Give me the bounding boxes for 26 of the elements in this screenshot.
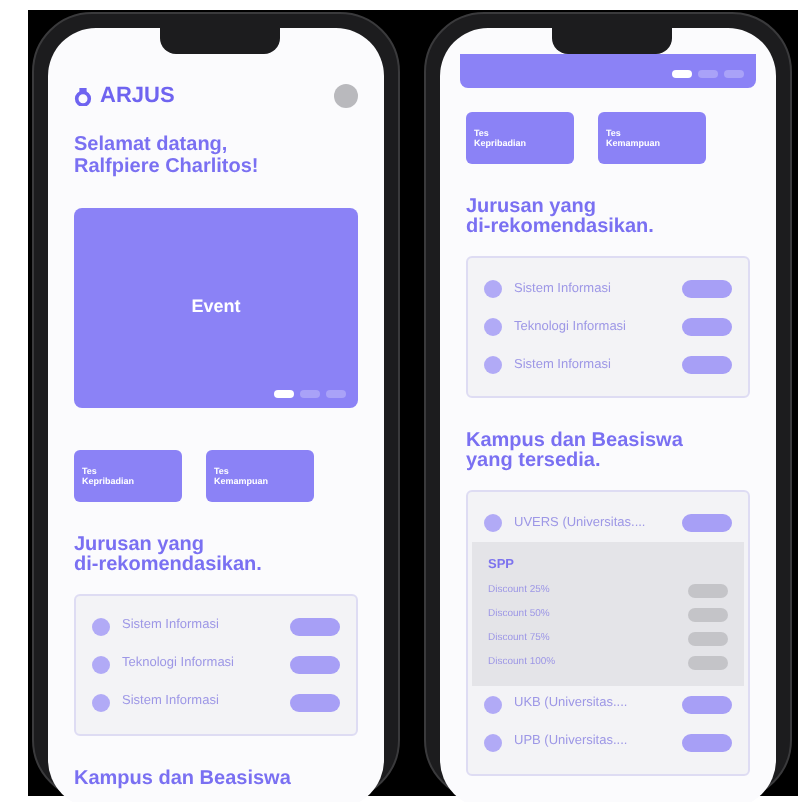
pill-button[interactable]: [682, 695, 732, 714]
toggle-pill[interactable]: [688, 607, 728, 622]
section-heading: Kampus dan Beasiswa yang tersedia.: [466, 432, 685, 472]
section-heading: Kampus dan Beasiswa: [74, 769, 293, 789]
event-banner[interactable]: [460, 54, 756, 88]
avatar-icon[interactable]: [334, 84, 358, 109]
logo-icon: [74, 87, 92, 106]
toggle-pill[interactable]: [688, 583, 728, 598]
banner-label: Event: [191, 293, 241, 320]
event-banner[interactable]: Event: [74, 207, 358, 407]
toggle-pill[interactable]: [688, 655, 728, 670]
section-heading: Jurusan yang di-rekomendasikan.: [74, 535, 264, 575]
pill-button[interactable]: [682, 733, 732, 752]
pill-button[interactable]: [682, 514, 732, 532]
pill-button[interactable]: [682, 280, 732, 298]
notch: [552, 28, 672, 54]
pill-button[interactable]: [682, 318, 732, 336]
app-logo: ARJUS: [100, 82, 175, 112]
pill-button[interactable]: [290, 617, 340, 635]
notch: [160, 28, 280, 54]
pill-button[interactable]: [290, 655, 340, 673]
greeting-text: Selamat datang, Ralfpiere Charlitos!: [74, 133, 261, 177]
section-heading: Jurusan yang di-rekomendasikan.: [466, 198, 656, 238]
pill-button[interactable]: [682, 356, 732, 374]
toggle-pill[interactable]: [688, 631, 728, 646]
pill-button[interactable]: [290, 693, 340, 711]
